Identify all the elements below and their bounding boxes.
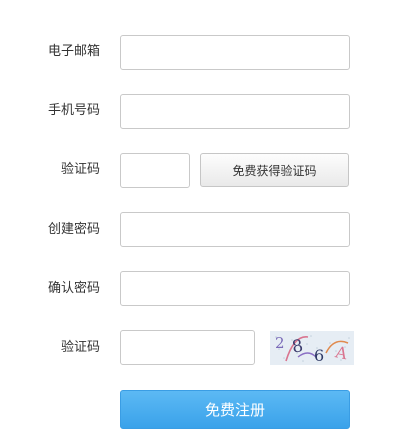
confirm-password-label: 确认密码 xyxy=(47,281,100,296)
phone-label: 手机号码 xyxy=(47,103,100,118)
captcha-label: 验证码 xyxy=(60,340,100,355)
captcha-field[interactable] xyxy=(120,330,255,365)
email-field[interactable] xyxy=(120,35,350,70)
sms-code-label: 验证码 xyxy=(60,162,100,177)
phone-field[interactable] xyxy=(120,94,350,129)
confirm-password-field[interactable] xyxy=(120,271,350,306)
register-button[interactable]: 免费注册 xyxy=(120,390,350,429)
captcha-image[interactable]: 2 8 6 A xyxy=(270,331,354,365)
sms-code-field[interactable] xyxy=(120,153,190,188)
create-password-label: 创建密码 xyxy=(47,222,100,237)
email-label: 电子邮箱 xyxy=(47,44,100,59)
get-sms-code-button[interactable]: 免费获得验证码 xyxy=(200,153,349,187)
captcha-char: 2 xyxy=(275,334,285,352)
create-password-field[interactable] xyxy=(120,212,350,247)
captcha-char: 6 xyxy=(314,346,324,365)
